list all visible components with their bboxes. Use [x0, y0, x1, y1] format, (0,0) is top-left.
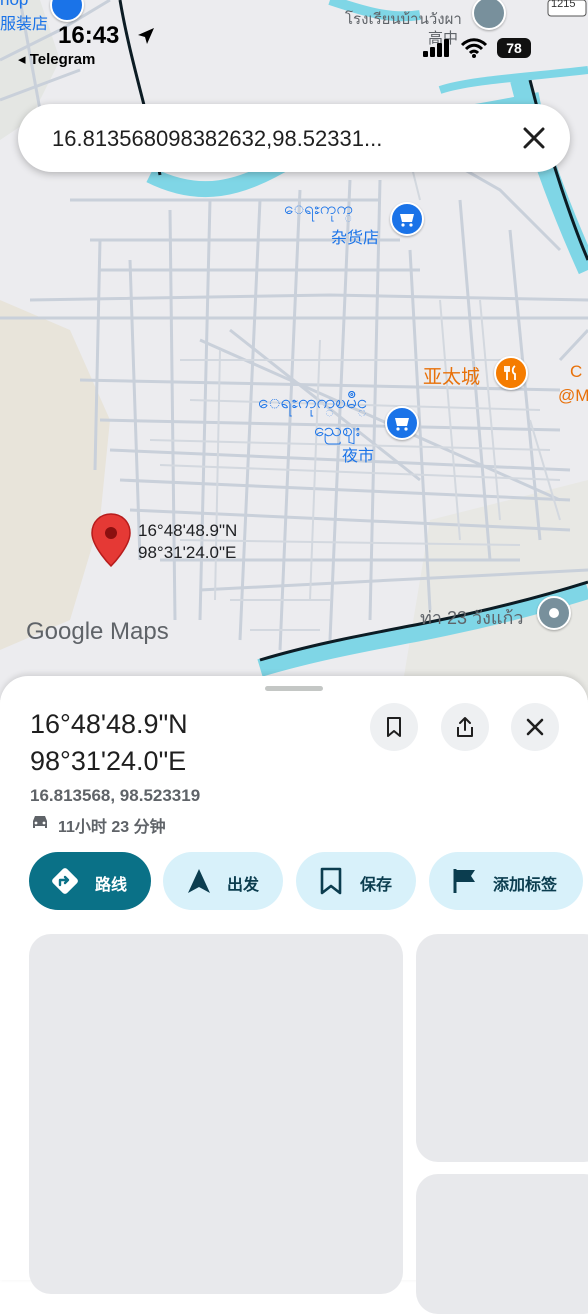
- map-label-grocery-burmese: ေရႊကုက္: [284, 199, 353, 218]
- save-label: 保存: [360, 877, 393, 894]
- start-label: 出发: [227, 877, 260, 894]
- search-bar[interactable]: 16.813568098382632,98.52331...: [18, 104, 570, 172]
- photo-card-placeholder[interactable]: [416, 1174, 588, 1314]
- add-label-text: 添加标签: [493, 877, 558, 894]
- pin-label-lng: 98°31'24.0"E: [138, 543, 237, 562]
- drive-time-row: 11小时 23 分钟: [30, 813, 166, 836]
- pin-label-lat: 16°48'48.9"N: [138, 521, 238, 540]
- decimal-coordinates[interactable]: 16.813568, 98.523319: [30, 786, 200, 806]
- photo-card-placeholder[interactable]: [29, 934, 403, 1294]
- save-chip-button[interactable]: 保存: [296, 852, 416, 910]
- directions-button[interactable]: 路线: [29, 852, 151, 910]
- share-icon: [457, 717, 473, 737]
- wifi-icon: [460, 38, 488, 58]
- map-label-grocery-cn: 杂货店: [331, 230, 380, 247]
- sheet-drag-handle[interactable]: [265, 686, 323, 691]
- status-time: 16:43: [58, 22, 120, 49]
- back-to-telegram-link[interactable]: ◂ Telegram: [18, 50, 95, 68]
- bookmark-icon: [387, 717, 401, 737]
- location-arrow-icon: [138, 28, 154, 44]
- google-maps-watermark: Google Maps: [26, 618, 169, 645]
- directions-icon: [52, 868, 78, 894]
- share-icon-button[interactable]: [441, 703, 489, 751]
- map-label-edge-partial-1: C: [570, 362, 583, 381]
- place-title-lng: 98°31'24.0"E: [30, 746, 187, 776]
- map-poi-restaurant-icon[interactable]: [494, 356, 528, 390]
- map-poi-grocery-icon[interactable]: [390, 202, 424, 236]
- close-icon: [526, 718, 544, 736]
- car-icon: [33, 816, 47, 828]
- search-input[interactable]: 16.813568098382632,98.52331...: [52, 126, 382, 152]
- start-button[interactable]: 出发: [163, 852, 283, 910]
- map-poi-market-icon[interactable]: [385, 406, 419, 440]
- save-icon-button[interactable]: [370, 703, 418, 751]
- cellular-signal-icon: [423, 39, 449, 57]
- pin-coordinate-label: 16°48'48.9"N 98°31'24.0"E: [138, 520, 237, 564]
- directions-label: 路线: [95, 877, 128, 894]
- map-label-market-burmese-1: ေရႊကုက္ၿမိဳင္: [258, 392, 368, 413]
- map-label-restaurant: 亚太城: [423, 367, 481, 388]
- close-sheet-button[interactable]: [511, 703, 559, 751]
- navigation-arrow-icon: [188, 869, 210, 893]
- battery-indicator: 78: [497, 38, 531, 58]
- map-poi-pier-icon[interactable]: [537, 596, 571, 630]
- map-label-edge-partial-2: @M: [558, 386, 588, 405]
- clear-search-icon[interactable]: [516, 120, 552, 156]
- map-label-market-cn: 夜市: [342, 448, 375, 465]
- status-bar: 16:43 ◂ Telegram 78: [0, 0, 588, 70]
- drive-time-text: 11小时 23 分钟: [58, 819, 166, 836]
- photo-card-placeholder[interactable]: [416, 934, 588, 1162]
- place-title-lat: 16°48'48.9"N: [30, 709, 188, 739]
- map-label-thai-pier: ท่า 23 วังแก้ว: [420, 608, 524, 628]
- flag-icon: [453, 869, 475, 893]
- place-details-sheet[interactable]: 16°48'48.9"N 98°31'24.0"E 16.813568, 98.…: [0, 676, 588, 1314]
- place-title: 16°48'48.9"N 98°31'24.0"E: [30, 706, 188, 780]
- add-label-button[interactable]: 添加标签: [429, 852, 583, 910]
- bookmark-icon: [320, 867, 342, 895]
